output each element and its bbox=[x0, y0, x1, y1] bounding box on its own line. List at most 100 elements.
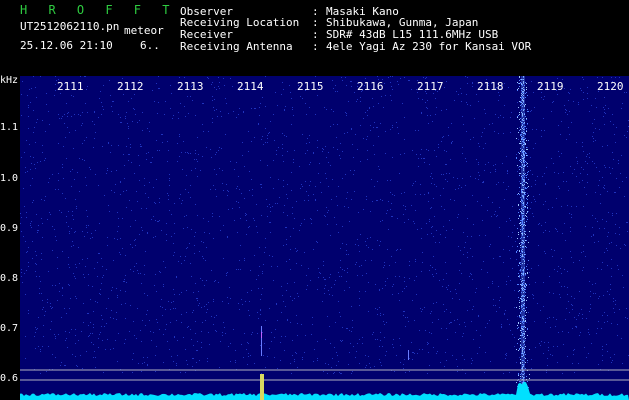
carrier-band-dot bbox=[527, 208, 528, 209]
carrier-band-dot bbox=[526, 155, 527, 156]
carrier-band-dot bbox=[519, 187, 520, 188]
carrier-band-dot bbox=[527, 163, 528, 164]
carrier-band-dot bbox=[520, 231, 521, 232]
carrier-band-dot bbox=[527, 297, 528, 298]
carrier-band-dot bbox=[526, 284, 527, 285]
carrier-band-dot bbox=[525, 133, 526, 134]
spectrogram-svg bbox=[20, 76, 629, 400]
carrier-band-dot bbox=[525, 338, 526, 339]
carrier-band-dot bbox=[517, 343, 518, 344]
carrier-band-dot bbox=[520, 151, 521, 152]
carrier-band-dot bbox=[519, 216, 520, 217]
carrier-band-dot bbox=[520, 270, 521, 271]
carrier-band-dot bbox=[525, 173, 526, 174]
carrier-band-dot bbox=[517, 89, 518, 90]
carrier-band-dot bbox=[517, 117, 518, 118]
carrier-band-dot bbox=[526, 128, 527, 129]
carrier-band-dot bbox=[528, 277, 529, 278]
carrier-band-dot bbox=[527, 155, 528, 156]
carrier-band-dot bbox=[526, 240, 527, 241]
carrier-band-dot bbox=[526, 198, 527, 199]
carrier-band-dot bbox=[525, 284, 526, 285]
carrier-band-dot bbox=[526, 266, 527, 267]
carrier-band-dot bbox=[527, 203, 528, 204]
x-tick-label: 2115 bbox=[297, 80, 324, 93]
carrier-band-dot bbox=[525, 126, 526, 127]
carrier-band-dot bbox=[517, 250, 518, 251]
y-tick-label: 0.8 bbox=[0, 273, 19, 284]
carrier-band-dot bbox=[526, 83, 527, 84]
carrier-band-dot bbox=[520, 262, 521, 263]
carrier-band-dot bbox=[520, 101, 521, 102]
carrier-band-dot bbox=[518, 152, 519, 153]
carrier-band-dot bbox=[516, 349, 517, 350]
carrier-band-dot bbox=[526, 130, 527, 131]
carrier-band-dot bbox=[520, 269, 521, 270]
carrier-band-dot bbox=[519, 316, 520, 317]
carrier-band-dot bbox=[525, 187, 526, 188]
carrier-band-dot bbox=[528, 140, 529, 141]
carrier-band-dot bbox=[518, 297, 519, 298]
carrier-band-dot bbox=[520, 257, 521, 258]
carrier-band-dot bbox=[520, 97, 521, 98]
carrier-band-dot bbox=[516, 251, 517, 252]
carrier-band-dot bbox=[520, 321, 521, 322]
carrier-band-dot bbox=[525, 138, 526, 139]
carrier-band-dot bbox=[526, 87, 527, 88]
filename: UT2512062110.pn bbox=[20, 20, 120, 33]
meteor-echo-trail bbox=[261, 326, 262, 356]
carrier-band-dot bbox=[527, 335, 528, 336]
carrier-band-dot bbox=[520, 118, 521, 119]
carrier-band-dot bbox=[519, 251, 520, 252]
carrier-band-dot bbox=[527, 174, 528, 175]
carrier-band-dot bbox=[519, 86, 520, 87]
carrier-band-dot bbox=[527, 328, 528, 329]
carrier-band-dot bbox=[517, 246, 518, 247]
carrier-band-dot bbox=[520, 197, 521, 198]
carrier-band-dot bbox=[526, 221, 527, 222]
carrier-band-dot bbox=[525, 318, 526, 319]
carrier-band-dot bbox=[526, 140, 527, 141]
carrier-band-dot bbox=[525, 206, 526, 207]
carrier-band-dot bbox=[519, 77, 520, 78]
carrier-band-dot bbox=[519, 223, 520, 224]
x-tick-label: 2120 bbox=[597, 80, 624, 93]
x-tick-label: 2118 bbox=[477, 80, 504, 93]
carrier-band-dot bbox=[528, 171, 529, 172]
carrier-band-dot bbox=[527, 207, 528, 208]
carrier-band-dot bbox=[518, 232, 519, 233]
carrier-band-dot bbox=[519, 101, 520, 102]
carrier-band-dot bbox=[518, 218, 519, 219]
carrier-band-dot bbox=[525, 225, 526, 226]
carrier-band-dot bbox=[525, 346, 526, 347]
carrier-band-dot bbox=[526, 89, 527, 90]
carrier-band-dot bbox=[519, 315, 520, 316]
carrier-band-dot bbox=[519, 80, 520, 81]
carrier-band-dot bbox=[520, 344, 521, 345]
carrier-band-dot bbox=[520, 330, 521, 331]
carrier-band-dot bbox=[525, 254, 526, 255]
carrier-band-dot bbox=[518, 265, 519, 266]
y-tick-label: 0.7 bbox=[0, 323, 19, 334]
carrier-band-dot bbox=[520, 225, 521, 226]
carrier-band-dot bbox=[525, 82, 526, 83]
carrier-band-dot bbox=[518, 88, 519, 89]
carrier-band-dot bbox=[520, 298, 521, 299]
carrier-band-dot bbox=[525, 321, 526, 322]
carrier-band-dot bbox=[520, 220, 521, 221]
carrier-band-dot bbox=[520, 359, 521, 360]
spectrogram-background bbox=[20, 76, 629, 400]
carrier-band-dot bbox=[520, 247, 521, 248]
carrier-band-dot bbox=[520, 381, 521, 382]
y-tick-label: 0.6 bbox=[0, 373, 19, 384]
carrier-band-dot bbox=[519, 276, 520, 277]
carrier-band-dot bbox=[525, 161, 526, 162]
carrier-band-dot bbox=[519, 349, 520, 350]
carrier-band-dot bbox=[520, 312, 521, 313]
carrier-band-dot bbox=[520, 222, 521, 223]
carrier-band-dot bbox=[519, 263, 520, 264]
carrier-band-dot bbox=[520, 121, 521, 122]
carrier-band-dot bbox=[520, 323, 521, 324]
carrier-band-dot bbox=[518, 350, 519, 351]
carrier-band-dot bbox=[528, 195, 529, 196]
